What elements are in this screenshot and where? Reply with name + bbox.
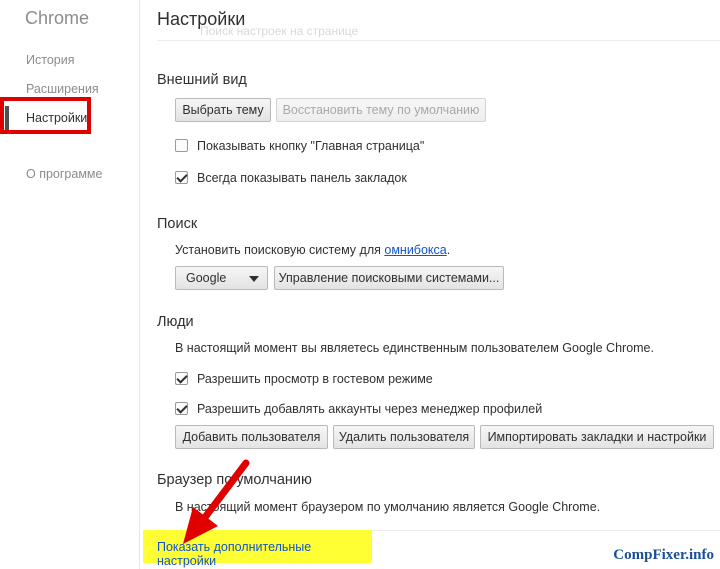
watermark-logo: CompFixer.info — [613, 547, 714, 563]
annotation-arrow-icon — [183, 459, 250, 544]
